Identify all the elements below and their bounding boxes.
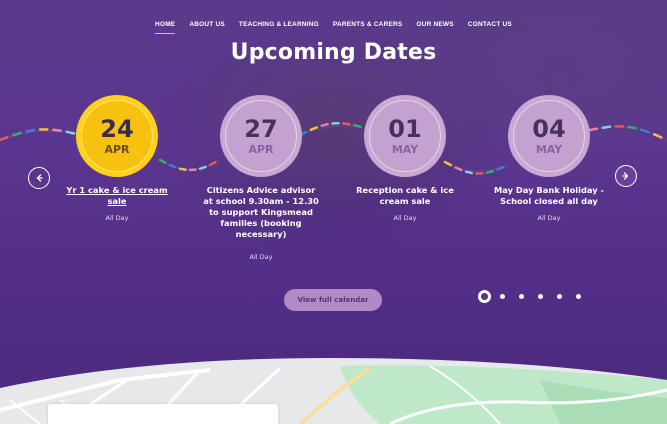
bunting-dash [320,122,329,127]
bunting-dash [65,130,76,135]
event-title[interactable]: May Day Bank Holiday - School closed all… [489,185,609,207]
arrow-right-icon [622,172,629,180]
main-nav: HOME ABOUT US TEACHING & LEARNING PARENT… [0,0,667,44]
bunting-dash [652,133,663,139]
nav-item-about-us[interactable]: ABOUT US [189,21,225,28]
bunting-dash [168,163,177,169]
view-full-calendar-button[interactable]: View full calendar [284,289,382,311]
bunting-dash [496,165,505,171]
bunting-dash [208,161,217,167]
bunting-dash [601,125,612,129]
nav-item-home[interactable]: HOME [155,21,176,34]
event-time: All Day [249,253,273,261]
map-info-card [48,404,278,424]
bunting-dash [178,167,187,171]
event-month: MAY [535,143,563,156]
event-time: All Day [537,214,561,222]
bunting-dash [158,158,167,165]
nav-item-parents-carers[interactable]: PARENTS & CARERS [333,21,403,28]
pager-dot-6[interactable] [576,294,581,299]
event-time: All Day [393,214,417,222]
event-day: 24 [100,115,134,143]
bunting-dash [443,160,453,167]
bunting-dash [0,136,9,142]
bunting-dash [25,128,36,133]
nav-item-our-news[interactable]: OUR NEWS [416,21,453,28]
event-month: APR [104,143,130,156]
bunting-dash [52,128,62,132]
event-title[interactable]: Citizens Advice advisor at school 9.30am… [201,185,321,240]
pager-dot-3[interactable] [519,294,524,299]
bunting-dash [464,170,474,175]
event-month: MAY [391,143,419,156]
nav-item-contact-us[interactable]: CONTACT US [468,21,512,28]
bunting-dash [640,128,650,134]
section-title: Upcoming Dates [230,40,437,65]
event-time: All Day [105,214,129,222]
bunting-dash [352,123,362,128]
event-day: 01 [388,115,422,143]
arrow-left-icon [36,174,43,182]
bunting-dash [198,165,207,170]
bunting-dash [12,131,22,137]
pager-dot-4[interactable] [538,294,543,299]
hero-section: HOME ABOUT US TEACHING & LEARNING PARENT… [0,0,667,424]
bunting-dash [588,127,599,132]
carousel-pager [478,290,581,303]
event-day: 04 [532,115,566,143]
bunting-dash [485,169,495,174]
event-title-link[interactable]: Yr 1 cake & ice cream sale [57,185,177,207]
pager-dot-1[interactable] [478,290,491,303]
event-day: 27 [244,115,278,143]
pager-dot-5[interactable] [557,294,562,299]
event-title[interactable]: Reception cake & ice cream sale [345,185,465,207]
date-circle-event-2[interactable]: 27 APR [220,95,302,177]
carousel-prev-button[interactable] [28,167,50,189]
date-circle-event-4[interactable]: 04 MAY [508,95,590,177]
date-circle-event-3[interactable]: 01 MAY [364,95,446,177]
bunting-dash [627,125,637,130]
event-month: APR [248,143,274,156]
pager-dot-2[interactable] [500,294,505,299]
location-map[interactable] [0,340,667,424]
carousel-next-button[interactable] [615,165,637,187]
date-circle-event-1[interactable]: 24 APR [76,95,158,177]
nav-item-teaching-learning[interactable]: TEACHING & LEARNING [239,21,319,28]
bunting-dash [342,122,351,126]
